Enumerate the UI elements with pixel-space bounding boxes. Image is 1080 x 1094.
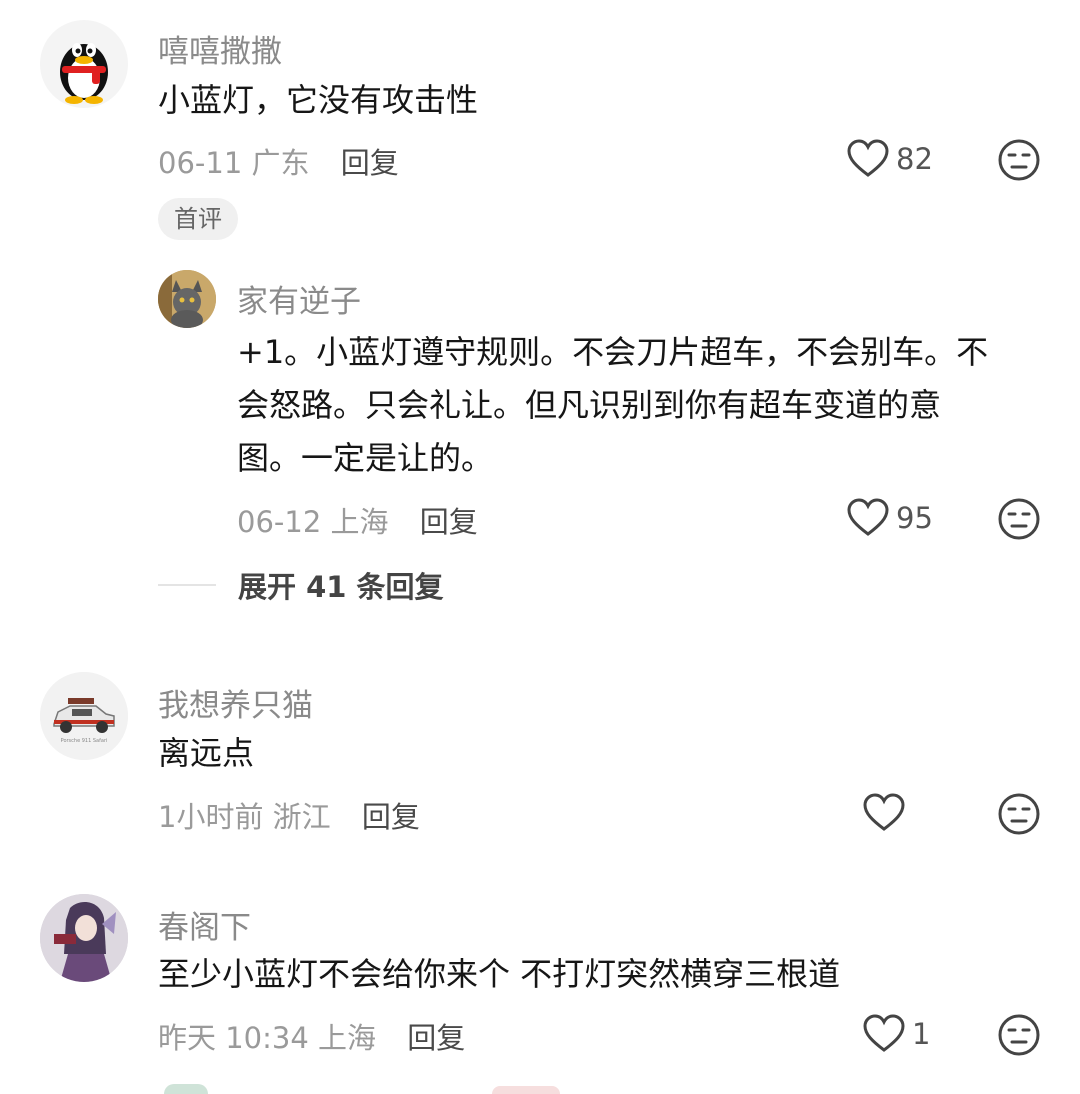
reply-content: +1。小蓝灯遵守规则。不会刀片超车，不会别车。不 会怒路。只会礼让。但凡识别到你… <box>237 326 988 485</box>
like-button[interactable]: 1 <box>862 1014 930 1054</box>
comment-username[interactable]: 我想养只猫 <box>158 680 313 725</box>
neutral-face-icon <box>998 498 1040 540</box>
comment-location: 浙江 <box>272 800 331 834</box>
reply-username[interactable]: 家有逆子 <box>237 276 361 321</box>
like-button[interactable] <box>862 793 912 833</box>
heart-icon <box>847 139 889 177</box>
comment-location: 广东 <box>251 146 310 180</box>
comment-date: 1小时前 <box>158 800 264 834</box>
qq-penguin-icon <box>60 43 108 104</box>
like-button[interactable]: 95 <box>846 498 933 538</box>
reply-location: 上海 <box>330 505 389 539</box>
anime-character-icon <box>40 894 128 982</box>
comment-content: 至少小蓝灯不会给你来个 不打灯突然横穿三根道 <box>158 955 841 993</box>
heart-icon <box>863 1014 905 1052</box>
neutral-face-icon <box>998 139 1040 181</box>
cat-icon <box>158 270 216 328</box>
reply-button[interactable]: 回复 <box>341 146 399 180</box>
comment-meta: 06-11 广东 回复 <box>158 140 399 182</box>
reply-content-line: 会怒路。只会礼让。但凡识别到你有超车变道的意 <box>237 386 942 424</box>
expand-replies-button[interactable]: 展开 41 条回复 <box>158 564 444 606</box>
reply-content-line: 图。一定是让的。 <box>237 439 494 477</box>
comment-date: 昨天 10:34 <box>158 1021 309 1055</box>
neutral-face-icon <box>998 1014 1040 1056</box>
comment-content: 小蓝灯，它没有攻击性 <box>158 81 479 119</box>
comment-username[interactable]: 春阁下 <box>158 902 251 947</box>
like-count: 1 <box>912 1017 931 1051</box>
reply-date: 06-12 <box>237 505 322 539</box>
avatar[interactable]: Porsche 911 Safari <box>40 672 128 760</box>
comment-date: 06-11 <box>158 146 243 180</box>
expand-replies-label: 展开 41 条回复 <box>238 570 444 604</box>
dislike-button[interactable] <box>997 497 1041 541</box>
next-content-partial <box>492 1086 560 1094</box>
comment-meta: 1小时前 浙江 回复 <box>158 794 420 836</box>
avatar[interactable] <box>40 20 128 108</box>
like-button[interactable]: 82 <box>846 139 933 179</box>
first-comment-badge: 首评 <box>158 198 238 240</box>
dislike-button[interactable] <box>997 792 1041 836</box>
avatar-caption: Porsche 911 Safari <box>61 738 108 744</box>
dislike-button[interactable] <box>997 138 1041 182</box>
reply-button[interactable]: 回复 <box>420 505 478 539</box>
reply-content-line: +1。小蓝灯遵守规则。不会刀片超车，不会别车。不 <box>237 333 989 371</box>
heart-icon <box>847 498 889 536</box>
like-count: 95 <box>896 501 933 535</box>
comment-username[interactable]: 嘻嘻撒撒 <box>158 26 282 71</box>
reply-button[interactable]: 回复 <box>407 1021 465 1055</box>
dislike-button[interactable] <box>997 1013 1041 1057</box>
reply-button[interactable]: 回复 <box>362 800 420 834</box>
next-avatar-partial <box>164 1084 208 1094</box>
comment-content: 离远点 <box>158 734 255 772</box>
reply-meta: 06-12 上海 回复 <box>237 499 478 541</box>
reply-avatar[interactable] <box>158 270 216 328</box>
like-count: 82 <box>896 142 933 176</box>
heart-icon <box>863 793 905 831</box>
avatar[interactable] <box>40 894 128 982</box>
comment-location: 上海 <box>318 1021 377 1055</box>
comment-meta: 昨天 10:34 上海 回复 <box>158 1015 465 1057</box>
divider <box>158 584 216 586</box>
neutral-face-icon <box>998 793 1040 835</box>
car-icon: Porsche 911 Safari <box>40 672 128 760</box>
